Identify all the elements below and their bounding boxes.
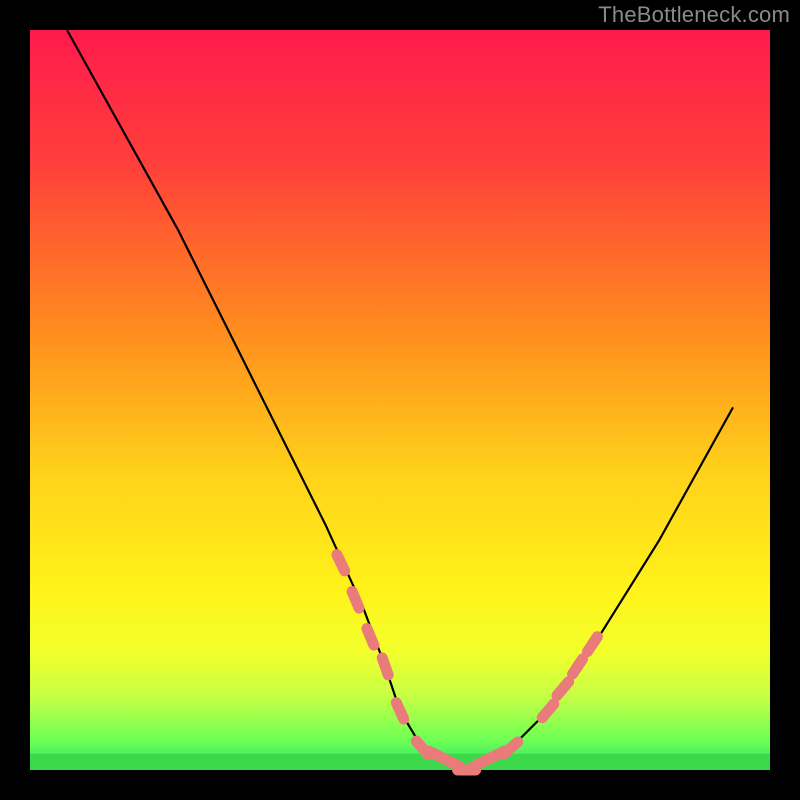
accent-dot (352, 592, 359, 609)
accent-dot (337, 555, 345, 571)
plot-background (30, 30, 770, 770)
green-band (30, 754, 770, 770)
accent-dot (382, 658, 388, 675)
bottleneck-chart (0, 0, 800, 800)
accent-dot (396, 703, 403, 719)
chart-container: TheBottleneck.com (0, 0, 800, 800)
watermark-text: TheBottleneck.com (598, 2, 790, 28)
accent-dot (367, 629, 374, 646)
